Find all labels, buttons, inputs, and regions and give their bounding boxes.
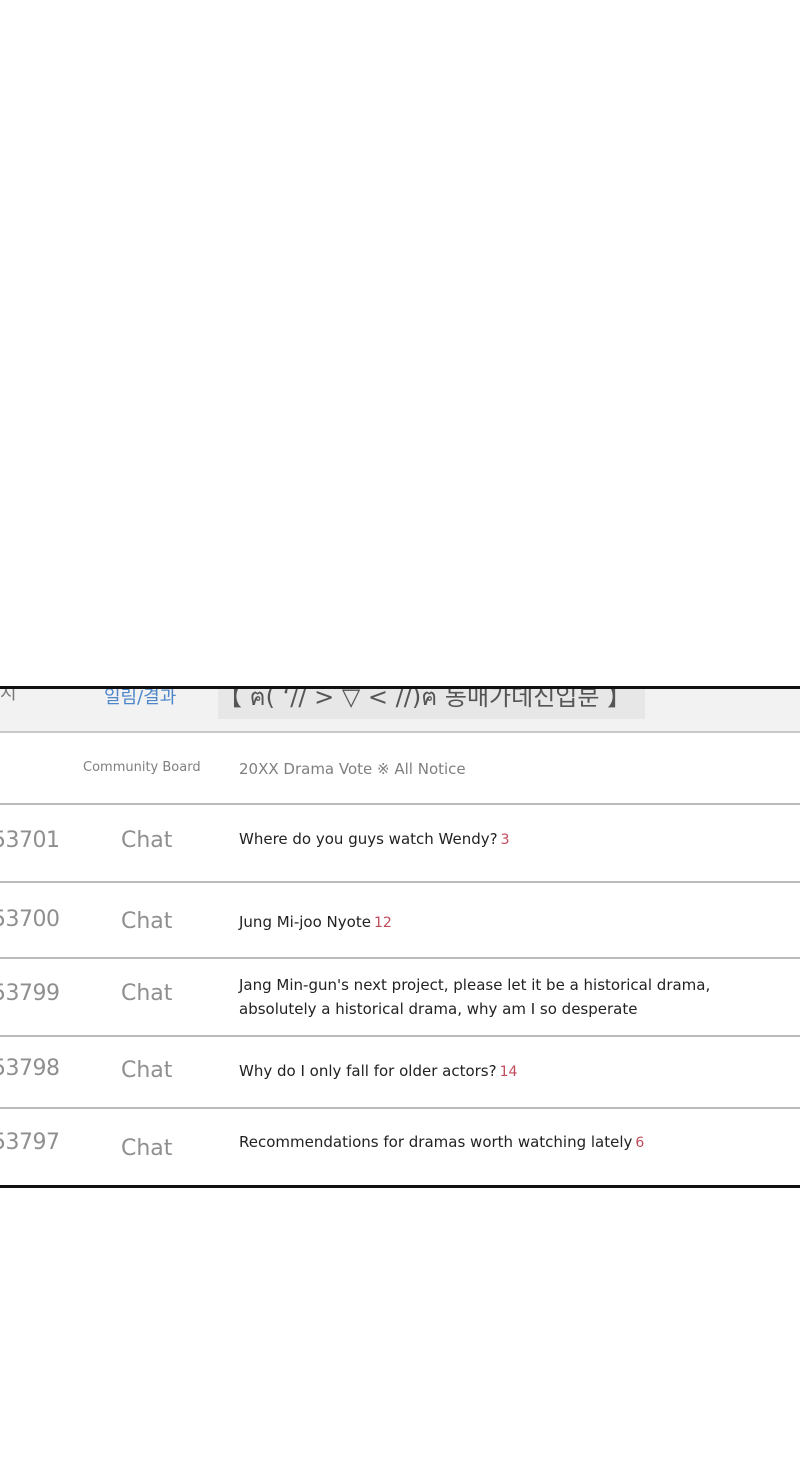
table-row[interactable]: 53700 Chat Jung Mi-joo Nyote12 xyxy=(0,883,800,959)
board-notice-title[interactable]: 20XX Drama Vote ※ All Notice xyxy=(239,760,466,778)
post-title-text[interactable]: Jang Min-gun's next project, please let … xyxy=(239,976,710,1018)
community-board-panel: 지 일림/결과 【 ฅ( ‘// > ▽ < //)ฅ 동매가데신입분 】 Co… xyxy=(0,686,800,1188)
post-category: Chat xyxy=(121,909,173,934)
post-title[interactable]: Why do I only fall for older actors? 14 xyxy=(239,1059,517,1084)
table-row[interactable]: 53798 Chat Why do I only fall for older … xyxy=(0,1037,800,1109)
post-title-text[interactable]: Recommendations for dramas worth watchin… xyxy=(239,1133,632,1151)
post-number: 53797 xyxy=(0,1130,60,1155)
post-number: 53798 xyxy=(0,1056,60,1081)
post-category: Chat xyxy=(121,981,173,1006)
post-title[interactable]: Jung Mi-joo Nyote 12 xyxy=(239,910,392,935)
notice-result-link[interactable]: 일림/결과 xyxy=(104,689,176,709)
post-title[interactable]: Where do you guys watch Wendy? 3 xyxy=(239,827,510,852)
banner-post-title[interactable]: 【 ฅ( ‘// > ▽ < //)ฅ 동매가데신입분 】 xyxy=(218,689,646,719)
post-title-text[interactable]: Why do I only fall for older actors? xyxy=(239,1062,497,1080)
board-header-row: Community Board 20XX Drama Vote ※ All No… xyxy=(0,731,800,805)
post-category: Chat xyxy=(121,1058,173,1083)
post-title[interactable]: Jang Min-gun's next project, please let … xyxy=(239,973,744,1022)
post-title-text[interactable]: Where do you guys watch Wendy? xyxy=(239,830,498,848)
table-row[interactable]: 53797 Chat Recommendations for dramas wo… xyxy=(0,1109,800,1185)
comment-count: 12 xyxy=(373,915,392,931)
post-title[interactable]: Recommendations for dramas worth watchin… xyxy=(239,1130,644,1155)
board-category-label[interactable]: Community Board xyxy=(83,760,201,775)
board-top-strip: 지 일림/결과 【 ฅ( ‘// > ▽ < //)ฅ 동매가데신입분 】 xyxy=(0,689,800,733)
comment-count: 3 xyxy=(500,832,510,848)
comment-count: 6 xyxy=(635,1135,645,1151)
table-row[interactable]: 53799 Chat Jang Min-gun's next project, … xyxy=(0,959,800,1037)
comment-count: 14 xyxy=(499,1064,518,1080)
truncated-nav-label: 지 xyxy=(0,689,17,704)
post-category: Chat xyxy=(121,1136,173,1161)
post-number: 53701 xyxy=(0,828,60,853)
post-number: 53799 xyxy=(0,981,60,1006)
post-category: Chat xyxy=(121,828,173,853)
post-title-text[interactable]: Jung Mi-joo Nyote xyxy=(239,913,371,931)
table-row[interactable]: 53701 Chat Where do you guys watch Wendy… xyxy=(0,805,800,883)
post-number: 53700 xyxy=(0,907,60,932)
